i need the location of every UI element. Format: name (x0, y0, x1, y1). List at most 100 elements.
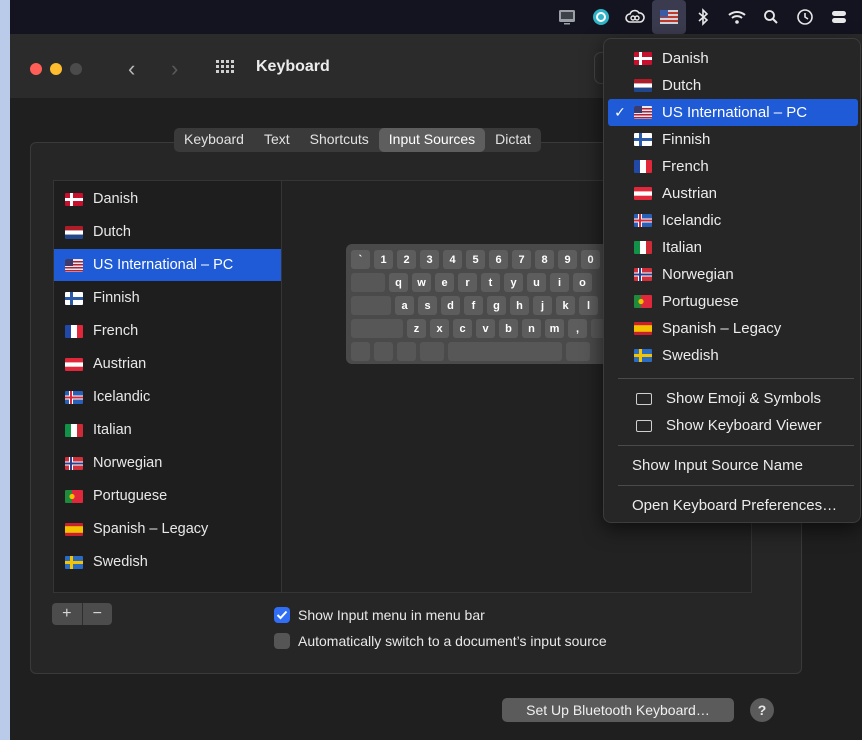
setup-bluetooth-keyboard-button[interactable]: Set Up Bluetooth Keyboard… (502, 698, 734, 722)
window-title: Keyboard (256, 58, 330, 75)
menu-item-label: Portuguese (662, 293, 739, 310)
siri-icon[interactable] (584, 0, 618, 34)
auto-switch-row[interactable]: Automatically switch to a document’s inp… (274, 631, 607, 651)
display-icon[interactable] (550, 0, 584, 34)
fn-key (351, 342, 370, 361)
menu-item-austrian[interactable]: Austrian (608, 180, 858, 207)
menu-item-portuguese[interactable]: Portuguese (608, 288, 858, 315)
menu-item-open-keyboard-preferences[interactable]: Open Keyboard Preferences… (608, 492, 858, 519)
creative-cloud-icon[interactable] (618, 0, 652, 34)
menu-item-spanish-legacy[interactable]: Spanish – Legacy (608, 315, 858, 342)
zoom-button[interactable] (70, 63, 82, 75)
key: u (527, 273, 546, 292)
tab-shortcuts[interactable]: Shortcuts (300, 128, 379, 152)
menu-item-italian[interactable]: Italian (608, 234, 858, 261)
show-all-grid-icon[interactable] (216, 60, 234, 74)
forward-chevron-icon[interactable]: › (171, 56, 178, 82)
menu-item-icelandic[interactable]: Icelandic (608, 207, 858, 234)
tab-input-sources[interactable]: Input Sources (378, 128, 486, 152)
input-source-list[interactable]: Danish Dutch US International – PC Finni… (53, 180, 282, 593)
menu-item-us-international-pc[interactable]: ✓ US International – PC (608, 99, 858, 126)
menu-item-label: Open Keyboard Preferences… (632, 497, 838, 514)
back-chevron-icon[interactable]: ‹ (128, 56, 135, 82)
desktop-edge (0, 0, 10, 34)
menu-item-label: Icelandic (662, 212, 722, 229)
list-item-label: Danish (93, 191, 139, 207)
menu-item-show-emoji[interactable]: Show Emoji & Symbols (608, 385, 858, 412)
search-icon[interactable] (754, 0, 788, 34)
list-item-label: Icelandic (93, 389, 151, 405)
menu-bar-status-icons (550, 0, 856, 34)
keyboard-row-3: a s d f g h j k l (351, 296, 598, 315)
key: a (395, 296, 414, 315)
austrian-flag-icon (65, 357, 83, 371)
swedish-flag-icon (65, 555, 83, 569)
menu-item-show-input-source-name[interactable]: Show Input Source Name (608, 452, 858, 479)
list-item[interactable]: Swedish (54, 546, 281, 578)
tab-dictation[interactable]: Dictat (485, 128, 541, 152)
tab-text[interactable]: Text (254, 128, 300, 152)
menu-item-show-keyboard-viewer[interactable]: Show Keyboard Viewer (608, 412, 858, 439)
list-item[interactable]: Icelandic (54, 381, 281, 413)
key: 7 (512, 250, 531, 269)
space-bar (448, 342, 562, 361)
key: 4 (443, 250, 462, 269)
keyboard-viewer-icon (636, 419, 652, 432)
key: g (487, 296, 506, 315)
finnish-flag-icon (65, 291, 83, 305)
help-button[interactable]: ? (750, 698, 774, 722)
list-item[interactable]: Norwegian (54, 447, 281, 479)
menu-item-label: Show Keyboard Viewer (666, 417, 822, 434)
list-item[interactable]: Spanish – Legacy (54, 513, 281, 545)
list-item-label: Italian (93, 422, 132, 438)
menu-item-label: Norwegian (662, 266, 734, 283)
menu-separator (618, 485, 854, 486)
tab-key (351, 273, 385, 292)
key: 1 (374, 250, 393, 269)
menu-item-label: Swedish (662, 347, 719, 364)
list-item[interactable]: Danish (54, 183, 281, 215)
austrian-flag-icon (634, 187, 652, 200)
tab-keyboard[interactable]: Keyboard (174, 128, 254, 152)
menu-item-label: French (662, 158, 709, 175)
show-input-menu-row[interactable]: Show Input menu in menu bar (274, 605, 485, 625)
dutch-flag-icon (65, 225, 83, 239)
key: 9 (558, 250, 577, 269)
show-input-menu-checkbox[interactable] (274, 607, 290, 623)
swedish-flag-icon (634, 349, 652, 362)
key: f (464, 296, 483, 315)
danish-flag-icon (634, 52, 652, 65)
remove-source-button[interactable]: − (83, 603, 113, 625)
list-item[interactable]: US International – PC (54, 249, 281, 281)
list-item[interactable]: Portuguese (54, 480, 281, 512)
time-machine-icon[interactable] (788, 0, 822, 34)
menu-item-dutch[interactable]: Dutch (608, 72, 858, 99)
key: d (441, 296, 460, 315)
list-item[interactable]: Austrian (54, 348, 281, 380)
auto-switch-checkbox[interactable] (274, 633, 290, 649)
wifi-icon[interactable] (720, 0, 754, 34)
menu-item-norwegian[interactable]: Norwegian (608, 261, 858, 288)
bluetooth-icon[interactable] (686, 0, 720, 34)
close-button[interactable] (30, 63, 42, 75)
menu-item-danish[interactable]: Danish (608, 45, 858, 72)
list-item[interactable]: French (54, 315, 281, 347)
menu-item-finnish[interactable]: Finnish (608, 126, 858, 153)
key: i (550, 273, 569, 292)
minimize-button[interactable] (50, 63, 62, 75)
list-item[interactable]: Finnish (54, 282, 281, 314)
list-item[interactable]: Dutch (54, 216, 281, 248)
list-item[interactable]: Italian (54, 414, 281, 446)
spanish-flag-icon (634, 322, 652, 335)
show-input-menu-label: Show Input menu in menu bar (298, 607, 485, 623)
checkmark-icon: ✓ (614, 104, 626, 120)
input-source-flag-icon[interactable] (652, 0, 686, 34)
add-source-button[interactable]: + (52, 603, 82, 625)
menu-item-label: Finnish (662, 131, 711, 148)
menu-item-french[interactable]: French (608, 153, 858, 180)
control-center-icon[interactable] (822, 0, 856, 34)
menu-item-swedish[interactable]: Swedish (608, 342, 858, 369)
list-item-label: Austrian (93, 356, 147, 372)
danish-flag-icon (65, 192, 83, 206)
list-item-label: US International – PC (93, 257, 234, 273)
